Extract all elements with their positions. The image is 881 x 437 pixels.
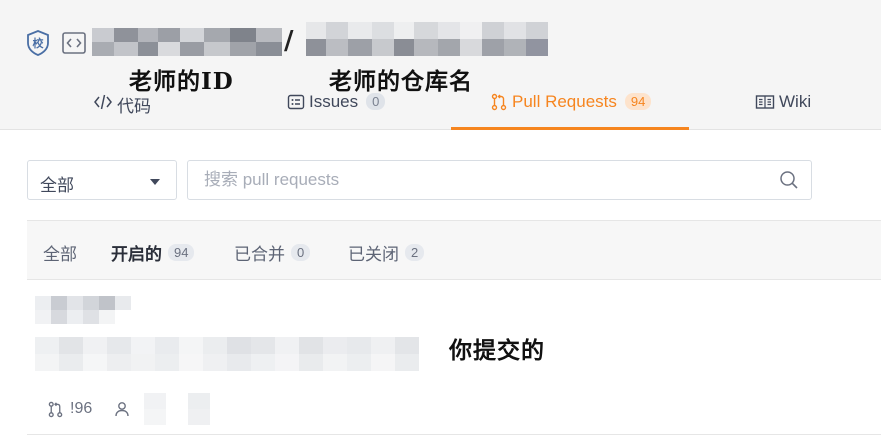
- tab-issues-label: Issues: [309, 92, 359, 111]
- pr-filter-select[interactable]: 全部: [27, 160, 177, 200]
- state-closed-count: 2: [405, 244, 425, 261]
- state-open-label: 开启的: [111, 245, 162, 264]
- pr-search: [187, 160, 812, 200]
- pr-state-filter: 全部 开启的 94 已合并 0 已关闭 2: [27, 220, 881, 280]
- pr-title-redacted[interactable]: [35, 296, 131, 324]
- tab-issues-count: 0: [366, 93, 386, 110]
- state-open-count: 94: [168, 244, 195, 261]
- state-merged-count: 0: [291, 244, 311, 261]
- owner-repo-separator: /: [284, 26, 294, 56]
- tab-pull-requests[interactable]: Pull Requests 94: [490, 84, 652, 130]
- school-badge-icon: 校: [26, 30, 50, 56]
- state-closed[interactable]: 已关闭 2: [348, 240, 425, 265]
- owner-name-redacted[interactable]: [92, 28, 282, 56]
- pr-description-redacted: [35, 337, 419, 371]
- pr-filter-select-value: 全部: [40, 176, 74, 195]
- tab-pull-requests-label: Pull Requests: [512, 92, 617, 111]
- tab-wiki-label: Wiki: [779, 92, 812, 111]
- pull-request-icon: [48, 401, 63, 417]
- tab-issues[interactable]: Issues 0: [287, 84, 386, 130]
- pr-meta: !96: [47, 393, 211, 425]
- user-icon: [115, 402, 129, 417]
- caret-down-icon: [150, 179, 160, 185]
- tab-pull-requests-count: 94: [624, 93, 652, 110]
- state-all-label: 全部: [43, 245, 77, 264]
- state-all[interactable]: 全部: [43, 240, 77, 265]
- tab-code[interactable]: 代码: [93, 84, 151, 130]
- repo-code-icon: [62, 32, 86, 54]
- repo-name-redacted[interactable]: [306, 22, 548, 56]
- repo-header: 校 / 老师的ID 老师的仓库名 代码 Issues 0 Pull Reques…: [0, 0, 881, 130]
- svg-text:校: 校: [33, 36, 45, 50]
- search-icon[interactable]: [779, 170, 799, 195]
- annotation-your-submission: 你提交的: [449, 337, 545, 364]
- state-merged-label: 已合并: [234, 245, 285, 264]
- tab-wiki[interactable]: Wiki: [755, 84, 811, 130]
- code-icon: [94, 94, 112, 110]
- pr-author-redacted[interactable]: [144, 393, 211, 425]
- tab-code-label: 代码: [117, 97, 151, 116]
- pr-number[interactable]: !96: [70, 400, 92, 418]
- pr-search-input[interactable]: [188, 161, 748, 199]
- pull-request-icon: [491, 93, 507, 111]
- state-closed-label: 已关闭: [348, 245, 399, 264]
- issues-icon: [287, 94, 305, 110]
- active-tab-indicator: [451, 127, 689, 130]
- state-merged[interactable]: 已合并 0: [234, 240, 311, 265]
- list-item[interactable]: 你提交的 !96: [27, 281, 881, 435]
- state-open[interactable]: 开启的 94: [111, 240, 195, 265]
- wiki-icon: [755, 95, 775, 109]
- repo-tabs: 代码 Issues 0 Pull Requests 94 Wiki: [0, 84, 881, 130]
